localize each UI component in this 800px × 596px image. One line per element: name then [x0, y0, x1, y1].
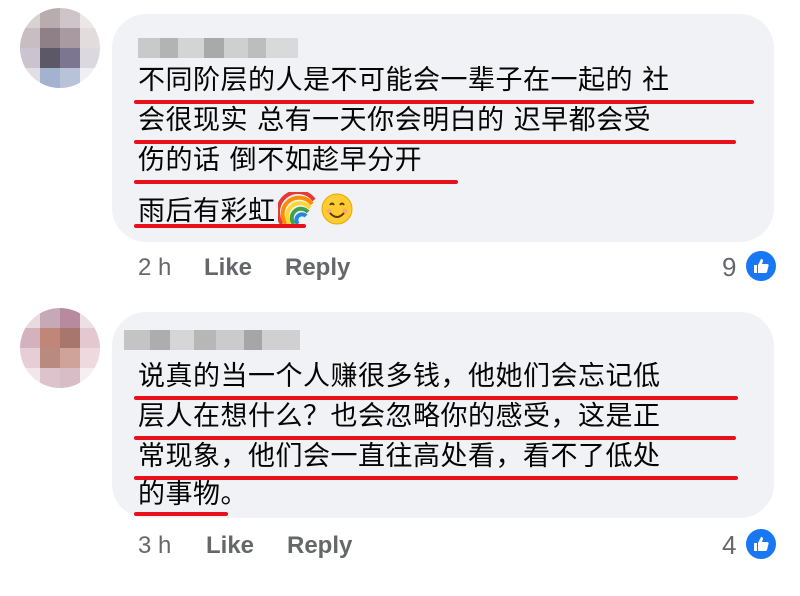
highlight-underline: [134, 180, 458, 184]
comment-text-line: 伤的话 倒不如趁早分开: [138, 145, 423, 176]
highlight-underline: [134, 224, 306, 228]
comment-text-line: 会很现实 总有一天你会明白的 迟早都会受: [138, 105, 652, 136]
highlight-underline: [134, 512, 228, 516]
comment-text-line: 说真的当一个人赚很多钱，他她们会忘记低: [138, 361, 661, 392]
highlight-underline: [134, 436, 736, 440]
reply-button[interactable]: Reply: [285, 254, 350, 282]
commenter-name[interactable]: [138, 38, 298, 58]
like-button[interactable]: Like: [204, 254, 252, 282]
reply-button[interactable]: Reply: [287, 532, 352, 560]
comment-time[interactable]: 2 h: [138, 254, 171, 282]
comment-bubble: 不同阶层的人是不可能会一辈子在一起的 社 会很现实 总有一天你会明白的 迟早都会…: [112, 14, 774, 242]
thumbs-up-icon[interactable]: [744, 527, 778, 561]
avatar[interactable]: [20, 8, 100, 88]
smiley-icon: [320, 192, 354, 233]
avatar[interactable]: [20, 308, 100, 388]
comment-text-line: 不同阶层的人是不可能会一辈子在一起的 社: [138, 65, 670, 96]
highlight-underline: [134, 396, 738, 400]
reaction-count[interactable]: 4: [722, 530, 736, 561]
comment-bubble: 说真的当一个人赚很多钱，他她们会忘记低 层人在想什么？也会忽略你的感受，这是正 …: [112, 312, 774, 518]
comment-text-line: 常现象，他们会一直往高处看，看不了低处: [138, 441, 661, 472]
comment-text-line: 层人在想什么？也会忽略你的感受，这是正: [138, 401, 661, 432]
reaction-count[interactable]: 9: [722, 252, 736, 283]
commenter-name[interactable]: [124, 330, 300, 350]
thumbs-up-icon[interactable]: [744, 249, 778, 283]
highlight-underline: [134, 140, 736, 144]
comment-time[interactable]: 3 h: [138, 532, 171, 560]
highlight-underline: [134, 100, 754, 104]
comment-text: 雨后有彩虹: [138, 196, 276, 227]
comment-text-line: 的事物。: [138, 479, 248, 510]
like-button[interactable]: Like: [206, 532, 254, 560]
